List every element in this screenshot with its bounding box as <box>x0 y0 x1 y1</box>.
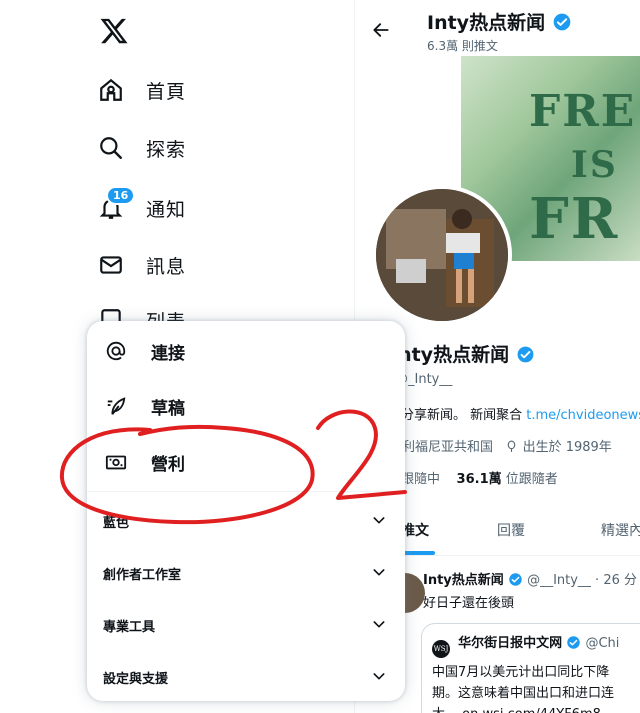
tweet-text: 好日子還在後頭 <box>423 596 515 611</box>
profile-avatar[interactable] <box>372 185 512 325</box>
menu-item-connect[interactable]: 連接 <box>87 323 405 379</box>
menu-item-monetization[interactable]: 營利 <box>87 434 405 490</box>
following-label[interactable]: 跟隨中 <box>401 472 440 487</box>
search-icon <box>100 137 122 159</box>
quote-handle: @Chi <box>585 636 620 651</box>
balloon-icon <box>508 440 516 452</box>
quoted-tweet[interactable]: WSJ 华尔街日报中文网 @Chi 中国7月以美元计出口同比下降 期。这意味着中… <box>421 623 640 713</box>
header-name: Inty热点新闻 <box>427 12 546 34</box>
tweet-header: Inty热点新闻 @__Inty__ · 26 分 <box>423 569 637 588</box>
menu-section-label: 藍色 <box>103 516 130 531</box>
bio-text: 分享新闻。 新闻聚合 <box>401 408 527 423</box>
menu-label-monetization: 營利 <box>151 454 185 475</box>
profile-meta: 利福尼亚共和国 出生於 1989年 <box>402 436 612 455</box>
profile-location: 利福尼亚共和国 <box>402 440 494 455</box>
menu-section-settings-support[interactable]: 設定與支援 <box>87 651 405 701</box>
profile-birth: 出生於 1989年 <box>522 440 612 455</box>
profile-header: Inty热点新闻 6.3萬 則推文 <box>355 0 640 56</box>
verified-badge-icon <box>517 346 534 363</box>
tweet-meta: @__Inty__ · 26 分 <box>527 573 637 588</box>
menu-section-label: 創作者工作室 <box>103 568 182 583</box>
quote-line: 期。这意味着中国出口和进口连 <box>432 686 615 701</box>
quote-author-name: 华尔街日报中文网 <box>458 636 563 651</box>
nav-item-home[interactable]: 首頁 <box>98 70 186 110</box>
banner-text-line2: IS <box>571 144 618 186</box>
bio-link[interactable]: t.me/chvideonews <box>526 408 640 423</box>
menu-item-drafts[interactable]: 草稿 <box>87 378 405 434</box>
envelope-icon <box>100 256 122 274</box>
nav-label-explore: 探索 <box>146 138 187 161</box>
nav-label-home: 首頁 <box>146 80 187 103</box>
verified-badge-icon <box>567 636 581 649</box>
menu-label-drafts: 草稿 <box>151 398 185 419</box>
menu-label-connect: 連接 <box>151 343 185 364</box>
menu-section-professional-tools[interactable]: 專業工具 <box>87 599 405 651</box>
feather-icon <box>107 397 126 415</box>
menu-section-label: 專業工具 <box>103 620 156 635</box>
nav-label-notifications: 通知 <box>146 198 187 221</box>
more-menu-popup: 連接 草稿 營利 藍色 創作者工作室 專業工具 設定與支援 <box>87 321 405 701</box>
tab-tweets[interactable]: 推文 <box>401 520 429 540</box>
followers-count[interactable]: 36.1萬 <box>457 472 502 487</box>
nav-item-explore[interactable]: 探索 <box>98 128 186 168</box>
chevron-down-icon <box>373 517 385 524</box>
back-arrow-icon[interactable] <box>371 20 391 40</box>
verified-badge-icon <box>509 573 522 586</box>
money-icon <box>105 455 127 470</box>
quote-header: WSJ 华尔街日报中文网 @Chi <box>432 632 640 658</box>
quote-line: 大。 on.wsj.com/44YF6m8 <box>432 704 640 713</box>
menu-section-creator-studio[interactable]: 創作者工作室 <box>87 547 405 599</box>
menu-section-label: 設定與支援 <box>103 672 169 687</box>
home-icon <box>100 78 122 101</box>
quote-body: 中国7月以美元计出口同比下降 期。这意味着中国出口和进口连 大。 on.wsj.… <box>432 662 640 713</box>
followers-label[interactable]: 位跟隨者 <box>506 472 558 487</box>
profile-name: Inty热点新闻 <box>391 340 535 367</box>
notification-badge: 16 <box>106 186 136 205</box>
avatar-photo <box>376 189 508 321</box>
nav-item-notifications[interactable]: 16 通知 <box>98 186 187 228</box>
tab-highlights[interactable]: 精選內容 <box>601 520 640 540</box>
profile-name-text: Inty热点新闻 <box>391 344 510 366</box>
tab-replies[interactable]: 回覆 <box>497 520 525 540</box>
nav-label-messages: 訊息 <box>146 255 187 278</box>
header-title: Inty热点新闻 <box>427 8 572 35</box>
profile-bio: 分享新闻。 新闻聚合 t.me/chvideonews <box>401 404 640 423</box>
active-tab-indicator <box>401 551 435 555</box>
nav-item-messages[interactable]: 訊息 <box>98 245 186 285</box>
chevron-down-icon <box>373 621 385 628</box>
verified-badge-icon <box>553 13 571 31</box>
bell-icon-wrap: 16 <box>98 186 136 221</box>
chevron-down-icon <box>373 673 385 680</box>
x-logo-icon[interactable] <box>99 16 129 46</box>
wsj-logo: WSJ <box>432 640 450 658</box>
tweet-author-name[interactable]: Inty热点新闻 <box>423 573 504 588</box>
profile-follow-stats: 跟隨中 36.1萬 位跟隨者 <box>401 468 558 487</box>
at-sign-icon <box>106 341 126 361</box>
banner-text-line1: FRE <box>529 86 637 137</box>
banner-text-line3: FR <box>529 186 620 252</box>
chevron-down-icon <box>373 569 385 576</box>
menu-divider <box>87 491 405 492</box>
header-tweet-count: 6.3萬 則推文 <box>427 39 498 53</box>
quote-line: 中国7月以美元计出口同比下降 <box>432 665 610 680</box>
menu-section-blue[interactable]: 藍色 <box>87 495 405 547</box>
